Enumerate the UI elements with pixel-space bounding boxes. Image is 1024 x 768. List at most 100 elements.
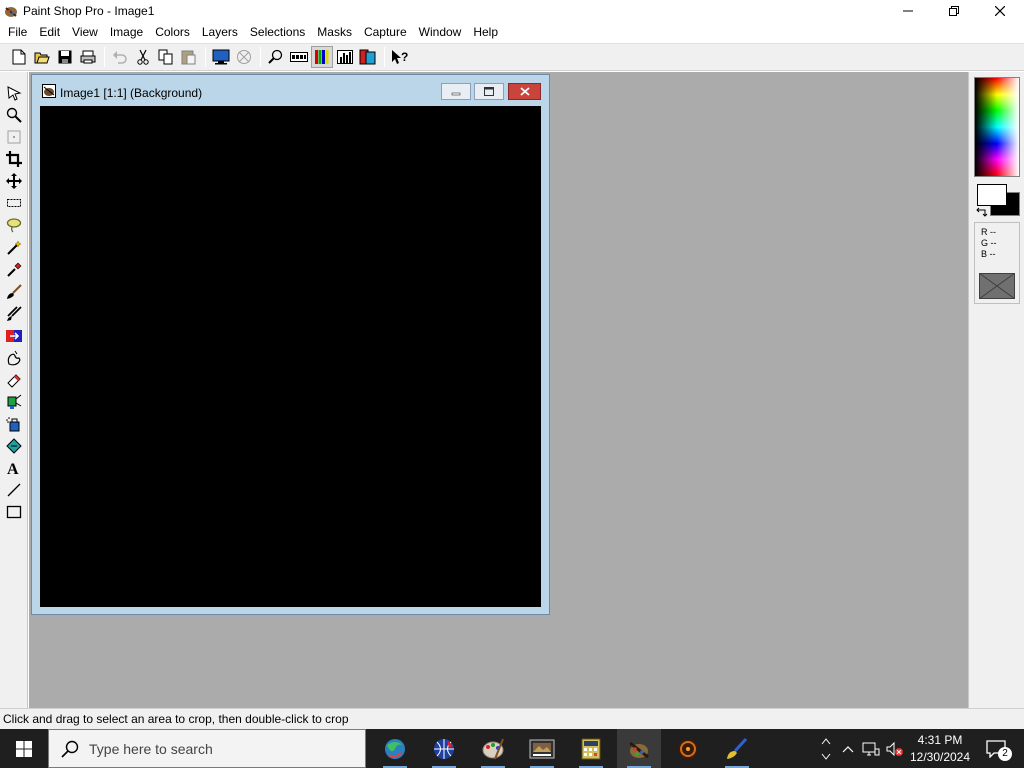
tool-palette: A: [0, 72, 28, 708]
color-spectrum-picker[interactable]: [975, 78, 1019, 176]
menu-layers[interactable]: Layers: [196, 22, 244, 43]
document-maximize-button[interactable]: [474, 83, 504, 100]
taskbar-search[interactable]: Type here to search: [48, 729, 366, 768]
taskbar-clock[interactable]: 4:31 PM 12/30/2024: [906, 729, 974, 768]
volume-muted-icon: [886, 741, 903, 756]
network-app-icon: [434, 738, 454, 759]
zoom-button[interactable]: [265, 46, 287, 68]
retouch-tool-icon: [7, 350, 21, 366]
taskbar-scroll[interactable]: [816, 729, 836, 768]
deformation-tool[interactable]: [3, 127, 25, 147]
paintbrush-tool[interactable]: [3, 282, 25, 302]
blue-value: B --: [981, 249, 996, 259]
freehand-tool-icon: [6, 218, 22, 233]
menu-colors[interactable]: Colors: [149, 22, 196, 43]
zoom-tool[interactable]: [3, 105, 25, 125]
print-button[interactable]: [77, 46, 99, 68]
layer-palette-button[interactable]: [357, 46, 379, 68]
menu-help[interactable]: Help: [467, 22, 504, 43]
clone-brush-tool[interactable]: [3, 304, 25, 324]
taskbar-app-image-viewer[interactable]: [520, 729, 564, 768]
normal-viewing-button[interactable]: [233, 46, 255, 68]
arrow-tool-icon: [7, 86, 22, 101]
action-center-button[interactable]: 2: [976, 729, 1016, 768]
menu-window[interactable]: Window: [413, 22, 468, 43]
taskbar-app-network[interactable]: [422, 729, 466, 768]
close-icon: [519, 87, 530, 96]
clone-brush-tool-icon: [7, 306, 22, 321]
document-close-button[interactable]: [508, 83, 541, 100]
paste-button[interactable]: [178, 46, 200, 68]
document-title-bar[interactable]: Image1 [1:1] (Background): [32, 75, 549, 105]
dropper-tool[interactable]: [3, 260, 25, 280]
chevron-down-icon: [821, 753, 831, 760]
crop-tool-icon: [6, 151, 22, 167]
taskbar-app-calculator[interactable]: [569, 729, 613, 768]
menu-edit[interactable]: Edit: [33, 22, 66, 43]
histogram-button[interactable]: [334, 46, 356, 68]
swap-colors-icon[interactable]: [976, 207, 988, 217]
taskbar-app-browser[interactable]: [373, 729, 417, 768]
status-bar: Click and drag to select an area to crop…: [0, 708, 1024, 729]
document-minimize-button[interactable]: [441, 83, 471, 100]
menu-file[interactable]: File: [2, 22, 33, 43]
color-replacer-tool-icon: [6, 330, 22, 342]
open-button[interactable]: [31, 46, 53, 68]
shape-tool[interactable]: [3, 502, 25, 522]
taskbar-app-paint-shop-pro[interactable]: [617, 729, 661, 768]
close-icon: [995, 6, 1005, 16]
foreground-color-swatch[interactable]: [977, 184, 1007, 206]
menu-masks[interactable]: Masks: [311, 22, 358, 43]
no-color-preview-icon: [979, 273, 1015, 299]
flood-fill-tool-icon: [6, 438, 22, 454]
arrow-tool[interactable]: [3, 83, 25, 103]
text-tool-icon: A: [7, 461, 19, 476]
show-hidden-icons-button[interactable]: [838, 729, 858, 768]
selection-tool[interactable]: [3, 193, 25, 213]
volume-tray-button[interactable]: [884, 729, 906, 768]
menu-image[interactable]: Image: [104, 22, 149, 43]
flood-fill-tool[interactable]: [3, 436, 25, 456]
minimize-button[interactable]: [885, 0, 931, 22]
toggle-palette-button[interactable]: [311, 46, 333, 68]
network-tray-button[interactable]: [860, 729, 882, 768]
color-replacer-tool[interactable]: [3, 326, 25, 346]
freehand-tool[interactable]: [3, 215, 25, 235]
toolbar-separator: [205, 47, 206, 67]
full-screen-preview-button[interactable]: [210, 46, 232, 68]
close-button[interactable]: [977, 0, 1023, 22]
text-tool[interactable]: A: [3, 458, 25, 478]
mover-tool[interactable]: [3, 171, 25, 191]
menu-capture[interactable]: Capture: [358, 22, 413, 43]
mover-tool-icon: [6, 173, 22, 189]
layer-palette-icon: [359, 49, 376, 65]
new-button[interactable]: [8, 46, 30, 68]
magic-wand-tool[interactable]: [3, 238, 25, 258]
undo-button[interactable]: [109, 46, 131, 68]
taskbar-app-brush[interactable]: [715, 729, 759, 768]
cut-button[interactable]: [132, 46, 154, 68]
shape-tool-icon: [6, 505, 22, 519]
menu-view[interactable]: View: [66, 22, 104, 43]
taskbar-app-paint-palette[interactable]: [471, 729, 515, 768]
start-button[interactable]: [0, 729, 48, 768]
color-spectrum[interactable]: [974, 77, 1020, 177]
context-help-button[interactable]: ?: [389, 46, 411, 68]
restore-button[interactable]: [931, 0, 977, 22]
retouch-tool[interactable]: [3, 348, 25, 368]
save-button[interactable]: [54, 46, 76, 68]
picture-tube-tool[interactable]: [3, 392, 25, 412]
menu-selections[interactable]: Selections: [244, 22, 311, 43]
airbrush-tool[interactable]: [3, 414, 25, 434]
search-icon: [61, 740, 79, 758]
taskbar-app-disc[interactable]: [666, 729, 710, 768]
eraser-tool[interactable]: [3, 370, 25, 390]
svg-text:A: A: [7, 461, 19, 476]
copy-button[interactable]: [155, 46, 177, 68]
image-canvas[interactable]: [40, 106, 541, 607]
clock-date: 12/30/2024: [909, 750, 971, 764]
line-tool[interactable]: [3, 480, 25, 500]
airbrush-tool-icon: [6, 417, 20, 432]
crop-tool[interactable]: [3, 149, 25, 169]
toggle-toolbar-button[interactable]: [288, 46, 310, 68]
